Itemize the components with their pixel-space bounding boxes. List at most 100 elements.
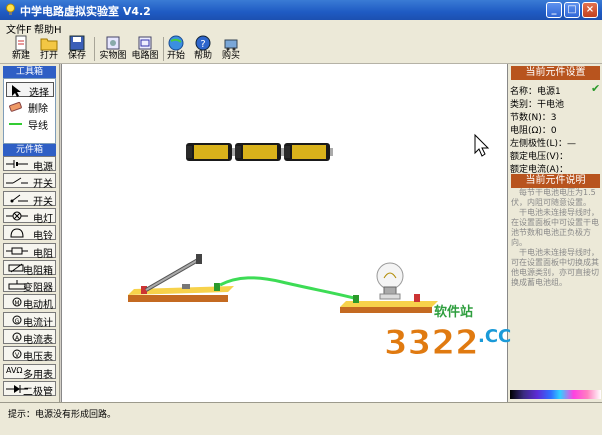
select-tool[interactable]: 选择 xyxy=(6,82,54,99)
real-view-button[interactable]: 实物图 xyxy=(98,35,128,63)
window-title: 中学电路虚拟实验室 V4.2 xyxy=(20,5,151,18)
battery-pack[interactable] xyxy=(186,143,333,161)
watermark-logo: 软件站 3322 .CC xyxy=(382,302,532,364)
properties-header: 当前元件设置 xyxy=(511,66,600,80)
buy-cart-icon xyxy=(224,39,238,51)
component-single-pole-switch[interactable]: 开关 xyxy=(3,190,56,208)
real-view-label: 实物图 xyxy=(99,51,127,61)
bell-icon xyxy=(10,228,24,238)
explanation-header: 当前元件说明 xyxy=(511,174,600,188)
color-palette[interactable] xyxy=(510,390,601,399)
real-view-icon xyxy=(106,36,120,50)
svg-text:M: M xyxy=(14,300,19,307)
watermark-domain: .CC xyxy=(478,326,511,347)
start-button[interactable]: 开始 xyxy=(165,35,187,63)
explanation-paragraph: 干电池未连接导线时，在设置面板中可设置干电池节数和电池正负极方向。 xyxy=(511,208,599,247)
prop-resistance[interactable]: 电阻(Ω)：0 xyxy=(510,123,557,136)
toolbox-header: 工具箱 xyxy=(3,66,56,78)
close-button[interactable]: × xyxy=(582,2,598,18)
wire-line-icon xyxy=(9,123,22,125)
circuit-view-label: 电路图 xyxy=(131,51,159,61)
wire-tool[interactable]: 导线 xyxy=(6,116,54,132)
knife-switch[interactable] xyxy=(128,254,234,302)
save-button[interactable]: 保存 xyxy=(64,35,90,63)
help-button[interactable]: ? 帮助 xyxy=(192,35,214,63)
component-label: 电铃 xyxy=(33,231,53,243)
new-button[interactable]: 新建 xyxy=(8,35,34,63)
wire-tool-label: 导线 xyxy=(28,121,48,132)
battery-cell xyxy=(235,143,284,161)
wire[interactable] xyxy=(219,276,355,300)
title-bar: 中学电路虚拟实验室 V4.2 _ □ × xyxy=(0,0,602,20)
menu-bar: 文件F 帮助H xyxy=(0,20,602,36)
component-ammeter[interactable]: A 电流表 xyxy=(3,329,56,346)
lamp-icon xyxy=(6,211,28,221)
toolbar: 新建 打开 保存 实物图 电路图 开始 ? 帮助 购买 xyxy=(0,34,602,64)
component-lamp[interactable]: 电灯 xyxy=(3,207,56,225)
new-document-icon xyxy=(15,35,27,51)
component-label: 电压表 xyxy=(23,352,53,364)
single-pole-switch-icon xyxy=(10,194,28,203)
component-switch[interactable]: 开关 xyxy=(3,173,56,191)
delete-tool[interactable]: 删除 xyxy=(6,99,54,115)
component-label: 多用表 xyxy=(23,369,53,381)
component-galvanometer[interactable]: G 电流计 xyxy=(3,311,56,329)
watermark-brand: 软件站 xyxy=(434,304,473,320)
component-label: 开关 xyxy=(33,179,53,191)
buy-label: 购买 xyxy=(221,51,240,61)
new-label: 新建 xyxy=(11,51,30,61)
buy-button[interactable]: 购买 xyxy=(220,35,242,63)
maximize-button[interactable]: □ xyxy=(564,2,580,18)
open-button[interactable]: 打开 xyxy=(36,35,62,63)
minimize-button[interactable]: _ xyxy=(546,2,562,18)
component-bell[interactable]: 电铃 xyxy=(3,225,56,243)
battery-icon xyxy=(6,160,28,168)
component-motor[interactable]: M 电动机 xyxy=(3,294,56,312)
svg-text:V: V xyxy=(15,352,20,359)
app-lightbulb-icon xyxy=(6,3,15,15)
prop-type[interactable]: 类别：干电池 xyxy=(510,97,564,110)
component-list: 电源 开关 开关 电灯 电铃 电阻 电阻箱 变阻器 M 电动机 G 电流计 A 电流表 V 电压表 AVΩ 多用表… xyxy=(3,156,56,400)
resistor-icon xyxy=(6,247,28,254)
components-header: 元件箱 xyxy=(3,144,56,156)
component-diode[interactable]: 二极管 xyxy=(3,380,56,398)
eraser-icon xyxy=(9,101,22,112)
save-label: 保存 xyxy=(67,51,86,61)
prop-count[interactable]: 节数(N)：3 xyxy=(510,110,556,123)
component-label: 电流表 xyxy=(23,335,53,346)
component-resistor[interactable]: 电阻 xyxy=(3,242,56,260)
prop-name[interactable]: 名称：电源1 xyxy=(510,84,561,97)
prop-left-polarity[interactable]: 左侧极性(L)：— xyxy=(510,136,576,149)
battery-cell xyxy=(284,143,333,161)
component-label: 电源 xyxy=(33,162,53,173)
component-resistor-box[interactable]: 电阻箱 xyxy=(3,259,56,277)
start-globe-icon xyxy=(168,35,184,51)
toolbar-separator xyxy=(163,37,164,61)
select-tool-label: 选择 xyxy=(29,88,49,99)
component-label: 电动机 xyxy=(23,300,53,312)
component-voltmeter[interactable]: V 电压表 xyxy=(3,346,56,364)
svg-text:?: ? xyxy=(200,39,205,50)
component-multimeter[interactable]: AVΩ 多用表 xyxy=(3,363,56,381)
start-label: 开始 xyxy=(166,51,185,61)
explanation-paragraph: 干电池未连接导线时，可在设置面板中切换成其他电源类别，亦可直接切换成蓄电池组。 xyxy=(511,248,599,287)
component-battery[interactable]: 电源 xyxy=(3,156,56,173)
prop-rated-voltage[interactable]: 额定电压(V)： xyxy=(510,149,568,162)
component-label: 变阻器 xyxy=(23,283,53,295)
status-bar: 提示：电源没有形成回路。 xyxy=(0,402,602,435)
open-label: 打开 xyxy=(39,51,58,61)
arrow-cursor-icon xyxy=(12,85,21,97)
svg-text:A: A xyxy=(15,335,20,342)
component-label: 二极管 xyxy=(23,386,53,398)
circuit-view-icon xyxy=(138,36,152,50)
component-rheostat[interactable]: 变阻器 xyxy=(3,277,56,295)
toolbox: 选择 删除 导线 xyxy=(3,78,56,144)
component-label: 电流计 xyxy=(23,317,53,329)
watermark-number: 3322 xyxy=(384,323,479,362)
mouse-cursor-icon xyxy=(474,133,490,157)
battery-cell xyxy=(186,143,235,161)
circuit-view-button[interactable]: 电路图 xyxy=(130,35,160,63)
svg-text:G: G xyxy=(15,318,20,325)
checkmark-icon: ✔ xyxy=(591,82,601,95)
explanation-paragraph: 每节干电池电压为1.5伏，内阻可随意设置。 xyxy=(511,188,596,207)
